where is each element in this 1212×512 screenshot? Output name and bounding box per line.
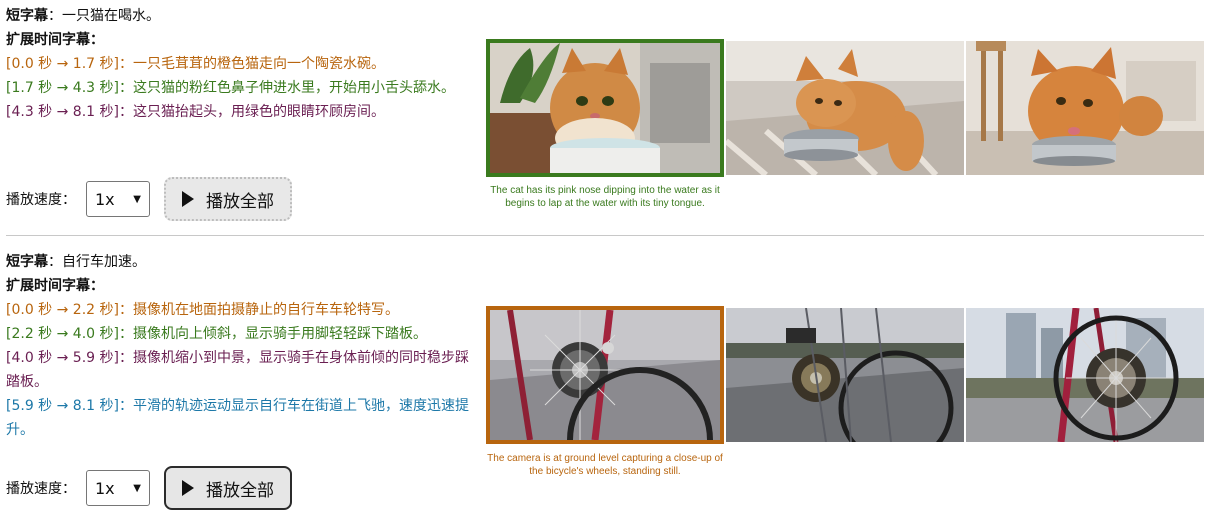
- example-bicycle: 短字幕：自行车加速。 扩展时间字幕： [0.0 秒 → 2.2 秒]：摄像机在地…: [0, 246, 1212, 512]
- chevron-down-icon: ▼: [133, 193, 141, 205]
- play-icon: [182, 191, 194, 207]
- short-caption-label: 短字幕: [6, 254, 48, 270]
- short-caption: 短字幕：自行车加速。: [6, 250, 476, 274]
- short-caption-label: 短字幕: [6, 8, 48, 24]
- segment-1: [0.0 秒 → 1.7 秒]：一只毛茸茸的橙色猫走向一个陶瓷水碗。: [6, 52, 476, 76]
- speed-select[interactable]: 1x ▼: [86, 470, 150, 506]
- caption-column: 短字幕：自行车加速。 扩展时间字幕： [0.0 秒 → 2.2 秒]：摄像机在地…: [6, 250, 476, 442]
- play-all-label: 播放全部: [206, 191, 274, 212]
- cat-bowl-room-frame[interactable]: [966, 41, 1204, 175]
- cat-drinking-bowl-frame[interactable]: [486, 39, 724, 177]
- extended-caption-label: 扩展时间字幕：: [6, 32, 104, 48]
- bike-wheel-city-frame[interactable]: [966, 308, 1204, 442]
- segment-timestamp: [0.0 秒 → 2.2 秒]: [6, 302, 119, 318]
- segment-text: ：摄像机向上倾斜，显示骑手用脚轻轻踩下踏板。: [118, 326, 427, 342]
- play-all-label: 播放全部: [206, 480, 274, 501]
- play-all-button[interactable]: 播放全部: [164, 466, 292, 510]
- segment-2: [1.7 秒 → 4.3 秒]：这只猫的粉红色鼻子伸进水里，开始用小舌头舔水。: [6, 76, 476, 100]
- section-divider: [6, 235, 1204, 236]
- frame-caption: The cat has its pink nose dipping into t…: [490, 185, 720, 209]
- segment-text: ：这只猫抬起头，用绿色的眼睛环顾房间。: [118, 104, 385, 120]
- bike-gears-street-frame[interactable]: [726, 308, 964, 442]
- segment-1: [0.0 秒 → 2.2 秒]：摄像机在地面拍摄静止的自行车车轮特写。: [6, 298, 476, 322]
- example-cat: 短字幕：一只猫在喝水。 扩展时间字幕： [0.0 秒 → 1.7 秒]：一只毛茸…: [0, 0, 1212, 228]
- segment-timestamp: [1.7 秒 → 4.3 秒]: [6, 80, 119, 96]
- bike-wheel-closeup-frame[interactable]: [486, 306, 724, 444]
- segment-4: [5.9 秒 → 8.1 秒]：平滑的轨迹运动显示自行车在街道上飞驰，速度迅速提…: [6, 394, 476, 442]
- play-icon: [182, 480, 194, 496]
- speed-value: 1x: [95, 478, 115, 498]
- segment-timestamp: [4.0 秒 → 5.9 秒]: [6, 350, 119, 366]
- speed-select[interactable]: 1x ▼: [86, 181, 150, 217]
- short-caption-text: ：一只猫在喝水。: [48, 8, 160, 24]
- segment-2: [2.2 秒 → 4.0 秒]：摄像机向上倾斜，显示骑手用脚轻轻踩下踏板。: [6, 322, 476, 346]
- play-all-button[interactable]: 播放全部: [164, 177, 292, 221]
- short-caption-text: ：自行车加速。: [48, 254, 146, 270]
- segment-timestamp: [5.9 秒 → 8.1 秒]: [6, 398, 119, 414]
- segment-text: ：摄像机在地面拍摄静止的自行车车轮特写。: [118, 302, 399, 318]
- segment-timestamp: [4.3 秒 → 8.1 秒]: [6, 104, 119, 120]
- short-caption: 短字幕：一只猫在喝水。: [6, 4, 476, 28]
- cat-metal-bowl-frame[interactable]: [726, 41, 964, 175]
- segment-timestamp: [2.2 秒 → 4.0 秒]: [6, 326, 119, 342]
- segment-3: [4.0 秒 → 5.9 秒]：摄像机缩小到中景，显示骑手在身体前倾的同时稳步踩…: [6, 346, 476, 394]
- caption-column: 短字幕：一只猫在喝水。 扩展时间字幕： [0.0 秒 → 1.7 秒]：一只毛茸…: [6, 4, 476, 124]
- extended-caption-label: 扩展时间字幕：: [6, 278, 104, 294]
- speed-label: 播放速度：: [6, 481, 76, 497]
- speed-value: 1x: [95, 189, 115, 209]
- frame-caption: The camera is at ground level capturing …: [487, 453, 723, 477]
- playback-controls: 播放速度： 1x ▼ 播放全部: [6, 466, 292, 510]
- chevron-down-icon: ▼: [133, 482, 141, 494]
- segment-3: [4.3 秒 → 8.1 秒]：这只猫抬起头，用绿色的眼睛环顾房间。: [6, 100, 476, 124]
- segment-text: ：一只毛茸茸的橙色猫走向一个陶瓷水碗。: [118, 56, 385, 72]
- segment-timestamp: [0.0 秒 → 1.7 秒]: [6, 56, 119, 72]
- speed-label: 播放速度：: [6, 192, 76, 208]
- playback-controls: 播放速度： 1x ▼ 播放全部: [6, 177, 292, 221]
- segment-text: ：这只猫的粉红色鼻子伸进水里，开始用小舌头舔水。: [118, 80, 455, 96]
